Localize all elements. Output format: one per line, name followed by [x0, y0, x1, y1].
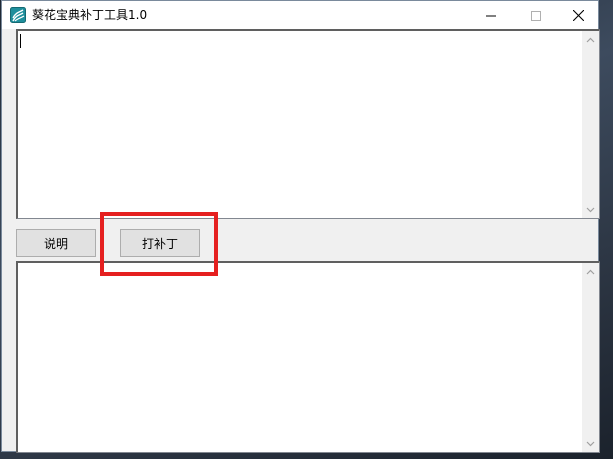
maximize-button[interactable]: [513, 1, 558, 29]
minimize-button[interactable]: [468, 1, 513, 29]
window-title: 葵花宝典补丁工具1.0: [32, 8, 148, 22]
maximize-icon: [530, 6, 541, 25]
app-icon: [10, 7, 26, 23]
minimize-icon: [485, 6, 496, 25]
text-caret: [20, 34, 21, 48]
highlight-annotation-box: [100, 212, 218, 276]
scroll-up-icon[interactable]: [582, 31, 599, 48]
scroll-down-icon[interactable]: [582, 201, 599, 218]
top-vertical-scrollbar[interactable]: [582, 31, 599, 218]
bottom-vertical-scrollbar[interactable]: [582, 263, 599, 452]
title-bar[interactable]: 葵花宝典补丁工具1.0: [2, 1, 598, 29]
help-button[interactable]: 说明: [16, 229, 96, 257]
close-button[interactable]: [556, 1, 601, 29]
scroll-down-icon[interactable]: [582, 435, 599, 452]
close-icon: [572, 6, 585, 25]
app-window: 葵花宝典补丁工具1.0 说明 打补丁: [1, 0, 600, 453]
scroll-up-icon[interactable]: [582, 263, 599, 280]
top-text-area[interactable]: [16, 29, 600, 219]
bottom-text-area[interactable]: [16, 261, 600, 453]
